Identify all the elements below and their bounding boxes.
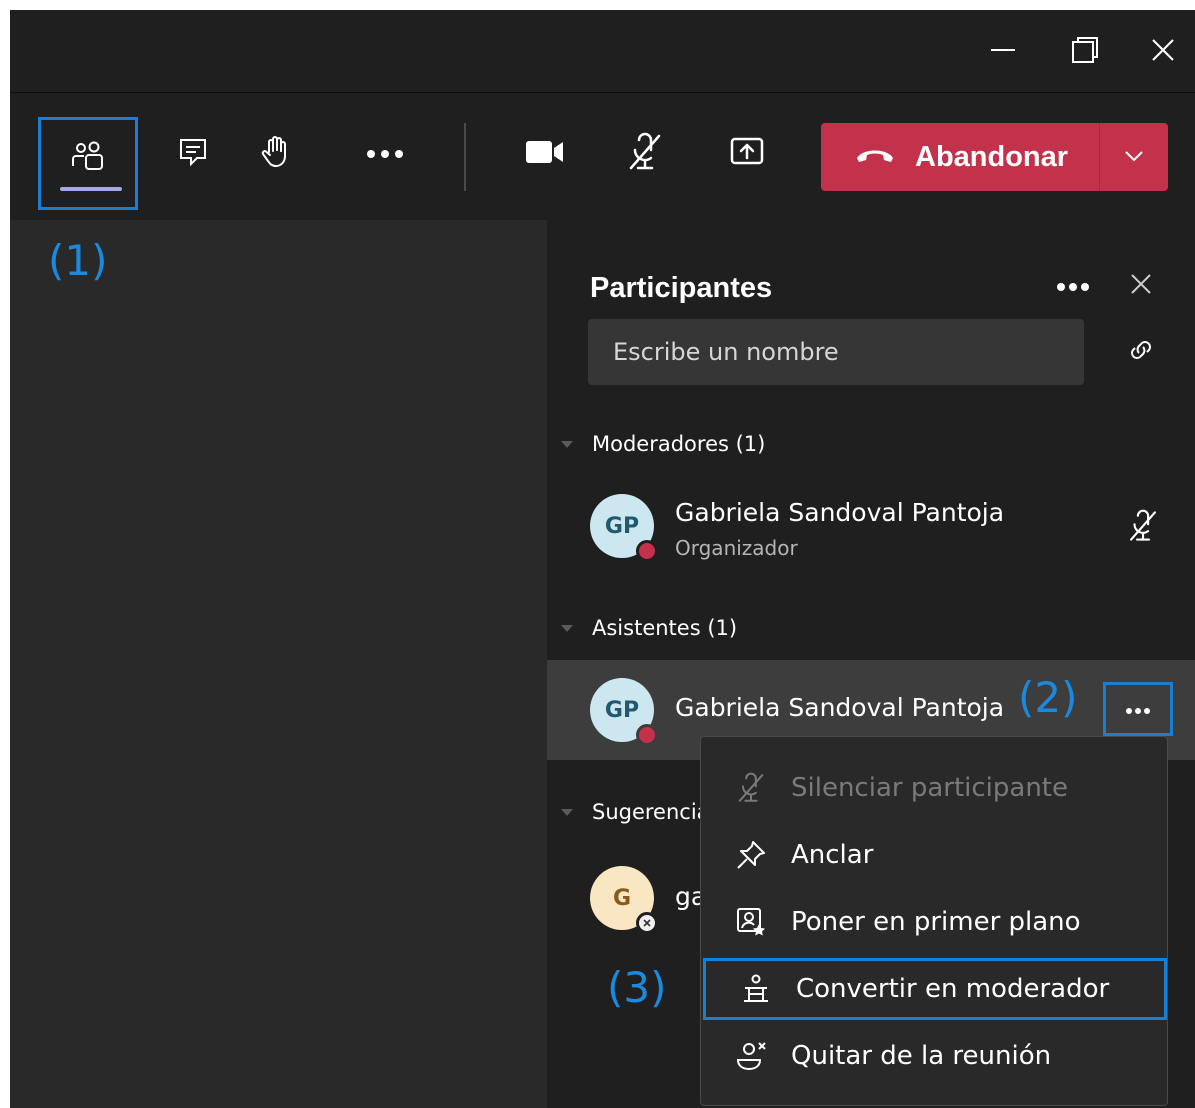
mute-button[interactable] (610, 121, 680, 187)
teams-meeting-window: Abandonar (1) Participantes Escribe un n… (10, 10, 1195, 1108)
collapse-triangle-icon (561, 624, 573, 632)
collapse-triangle-icon (561, 808, 573, 816)
section-attendees[interactable]: Asistentes (1) (561, 616, 737, 640)
close-window-button[interactable] (1138, 30, 1188, 74)
restore-icon (1069, 34, 1101, 70)
presenter-icon (738, 971, 774, 1007)
participant-role: Organizador (675, 536, 798, 560)
close-panel-button[interactable] (1121, 268, 1161, 304)
menu-item-label: Quitar de la reunión (791, 1041, 1052, 1071)
annotation-step-1: (1) (48, 236, 108, 285)
participant-more-options-button[interactable] (1103, 682, 1173, 736)
link-icon (1126, 335, 1156, 369)
participant-mic-status (1123, 508, 1163, 548)
chevron-down-icon (1123, 148, 1145, 167)
section-label: Moderadores (1) (592, 432, 766, 456)
share-screen-icon (729, 134, 765, 174)
participant-row[interactable]: GP Gabriela Sandoval Pantoja Organizador (547, 480, 1195, 580)
leave-button[interactable]: Abandonar (821, 123, 1099, 191)
leave-label: Abandonar (915, 140, 1069, 173)
raise-hand-icon (259, 134, 295, 174)
close-icon (1149, 36, 1177, 68)
participant-name: Gabriela Sandoval Pantoja (675, 498, 1005, 527)
menu-item-remove-from-meeting[interactable]: Quitar de la reunión (701, 1025, 1169, 1087)
active-indicator (60, 187, 122, 191)
remove-person-icon (733, 1038, 769, 1074)
annotation-step-2: (2) (1018, 673, 1078, 722)
annotation-step-3: (3) (607, 963, 667, 1012)
title-bar (10, 10, 1195, 93)
share-screen-button[interactable] (712, 121, 782, 187)
collapse-triangle-icon (561, 440, 573, 448)
toolbar-divider (464, 123, 466, 191)
participant-name: Gabriela Sandoval Pantoja (675, 693, 1005, 722)
chat-icon (176, 135, 210, 173)
leave-button-group: Abandonar (821, 123, 1168, 191)
avatar-initials: GP (604, 697, 640, 723)
raise-hand-button[interactable] (242, 121, 312, 187)
participant-context-menu: Silenciar participante Anclar Poner en p… (700, 736, 1168, 1106)
more-horizontal-icon (1125, 700, 1151, 719)
more-horizontal-icon (1056, 277, 1090, 296)
menu-item-label: Anclar (791, 840, 874, 870)
mic-off-icon (733, 770, 769, 806)
more-horizontal-icon (365, 145, 405, 164)
more-actions-button[interactable] (350, 121, 420, 187)
section-moderators[interactable]: Moderadores (1) (561, 432, 765, 456)
avatar: GP (590, 494, 658, 562)
avatar: GP (590, 678, 658, 746)
menu-item-mute-participant[interactable]: Silenciar participante (701, 757, 1169, 819)
avatar-initials: GP (604, 513, 640, 539)
avatar-initials: G (612, 885, 632, 911)
panel-more-button[interactable] (1053, 268, 1093, 304)
mic-off-icon (627, 132, 663, 176)
busy-status-icon (636, 724, 658, 746)
busy-status-icon (636, 540, 658, 562)
mic-off-icon (1127, 509, 1159, 547)
camera-button[interactable] (510, 121, 580, 187)
menu-item-pin[interactable]: Anclar (701, 824, 1169, 886)
spotlight-icon (733, 904, 769, 940)
menu-item-label: Poner en primer plano (791, 907, 1081, 937)
meeting-toolbar: Abandonar (10, 93, 1195, 220)
menu-item-label: Convertir en moderador (796, 974, 1110, 1004)
leave-options-button[interactable] (1100, 123, 1168, 191)
section-label: Asistentes (1) (592, 616, 738, 640)
minimize-button[interactable] (978, 30, 1028, 74)
avatar: G (590, 866, 658, 934)
section-suggestions[interactable]: Sugerencias (561, 800, 720, 824)
minimize-icon (988, 35, 1018, 69)
share-invite-button[interactable] (1121, 334, 1161, 370)
chat-button[interactable] (158, 121, 228, 187)
offline-status-icon (636, 912, 658, 934)
menu-item-spotlight[interactable]: Poner en primer plano (701, 891, 1169, 953)
restore-button[interactable] (1060, 30, 1110, 74)
hang-up-icon (855, 145, 895, 169)
menu-item-label: Silenciar participante (791, 773, 1068, 803)
people-icon (71, 140, 105, 188)
menu-item-make-presenter[interactable]: Convertir en moderador (703, 958, 1167, 1020)
participant-search-input[interactable] (588, 319, 1084, 385)
pin-icon (733, 837, 769, 873)
panel-title: Participantes (590, 272, 773, 304)
show-participants-button[interactable] (38, 117, 138, 210)
camera-icon (524, 137, 566, 171)
close-icon (1129, 272, 1153, 300)
